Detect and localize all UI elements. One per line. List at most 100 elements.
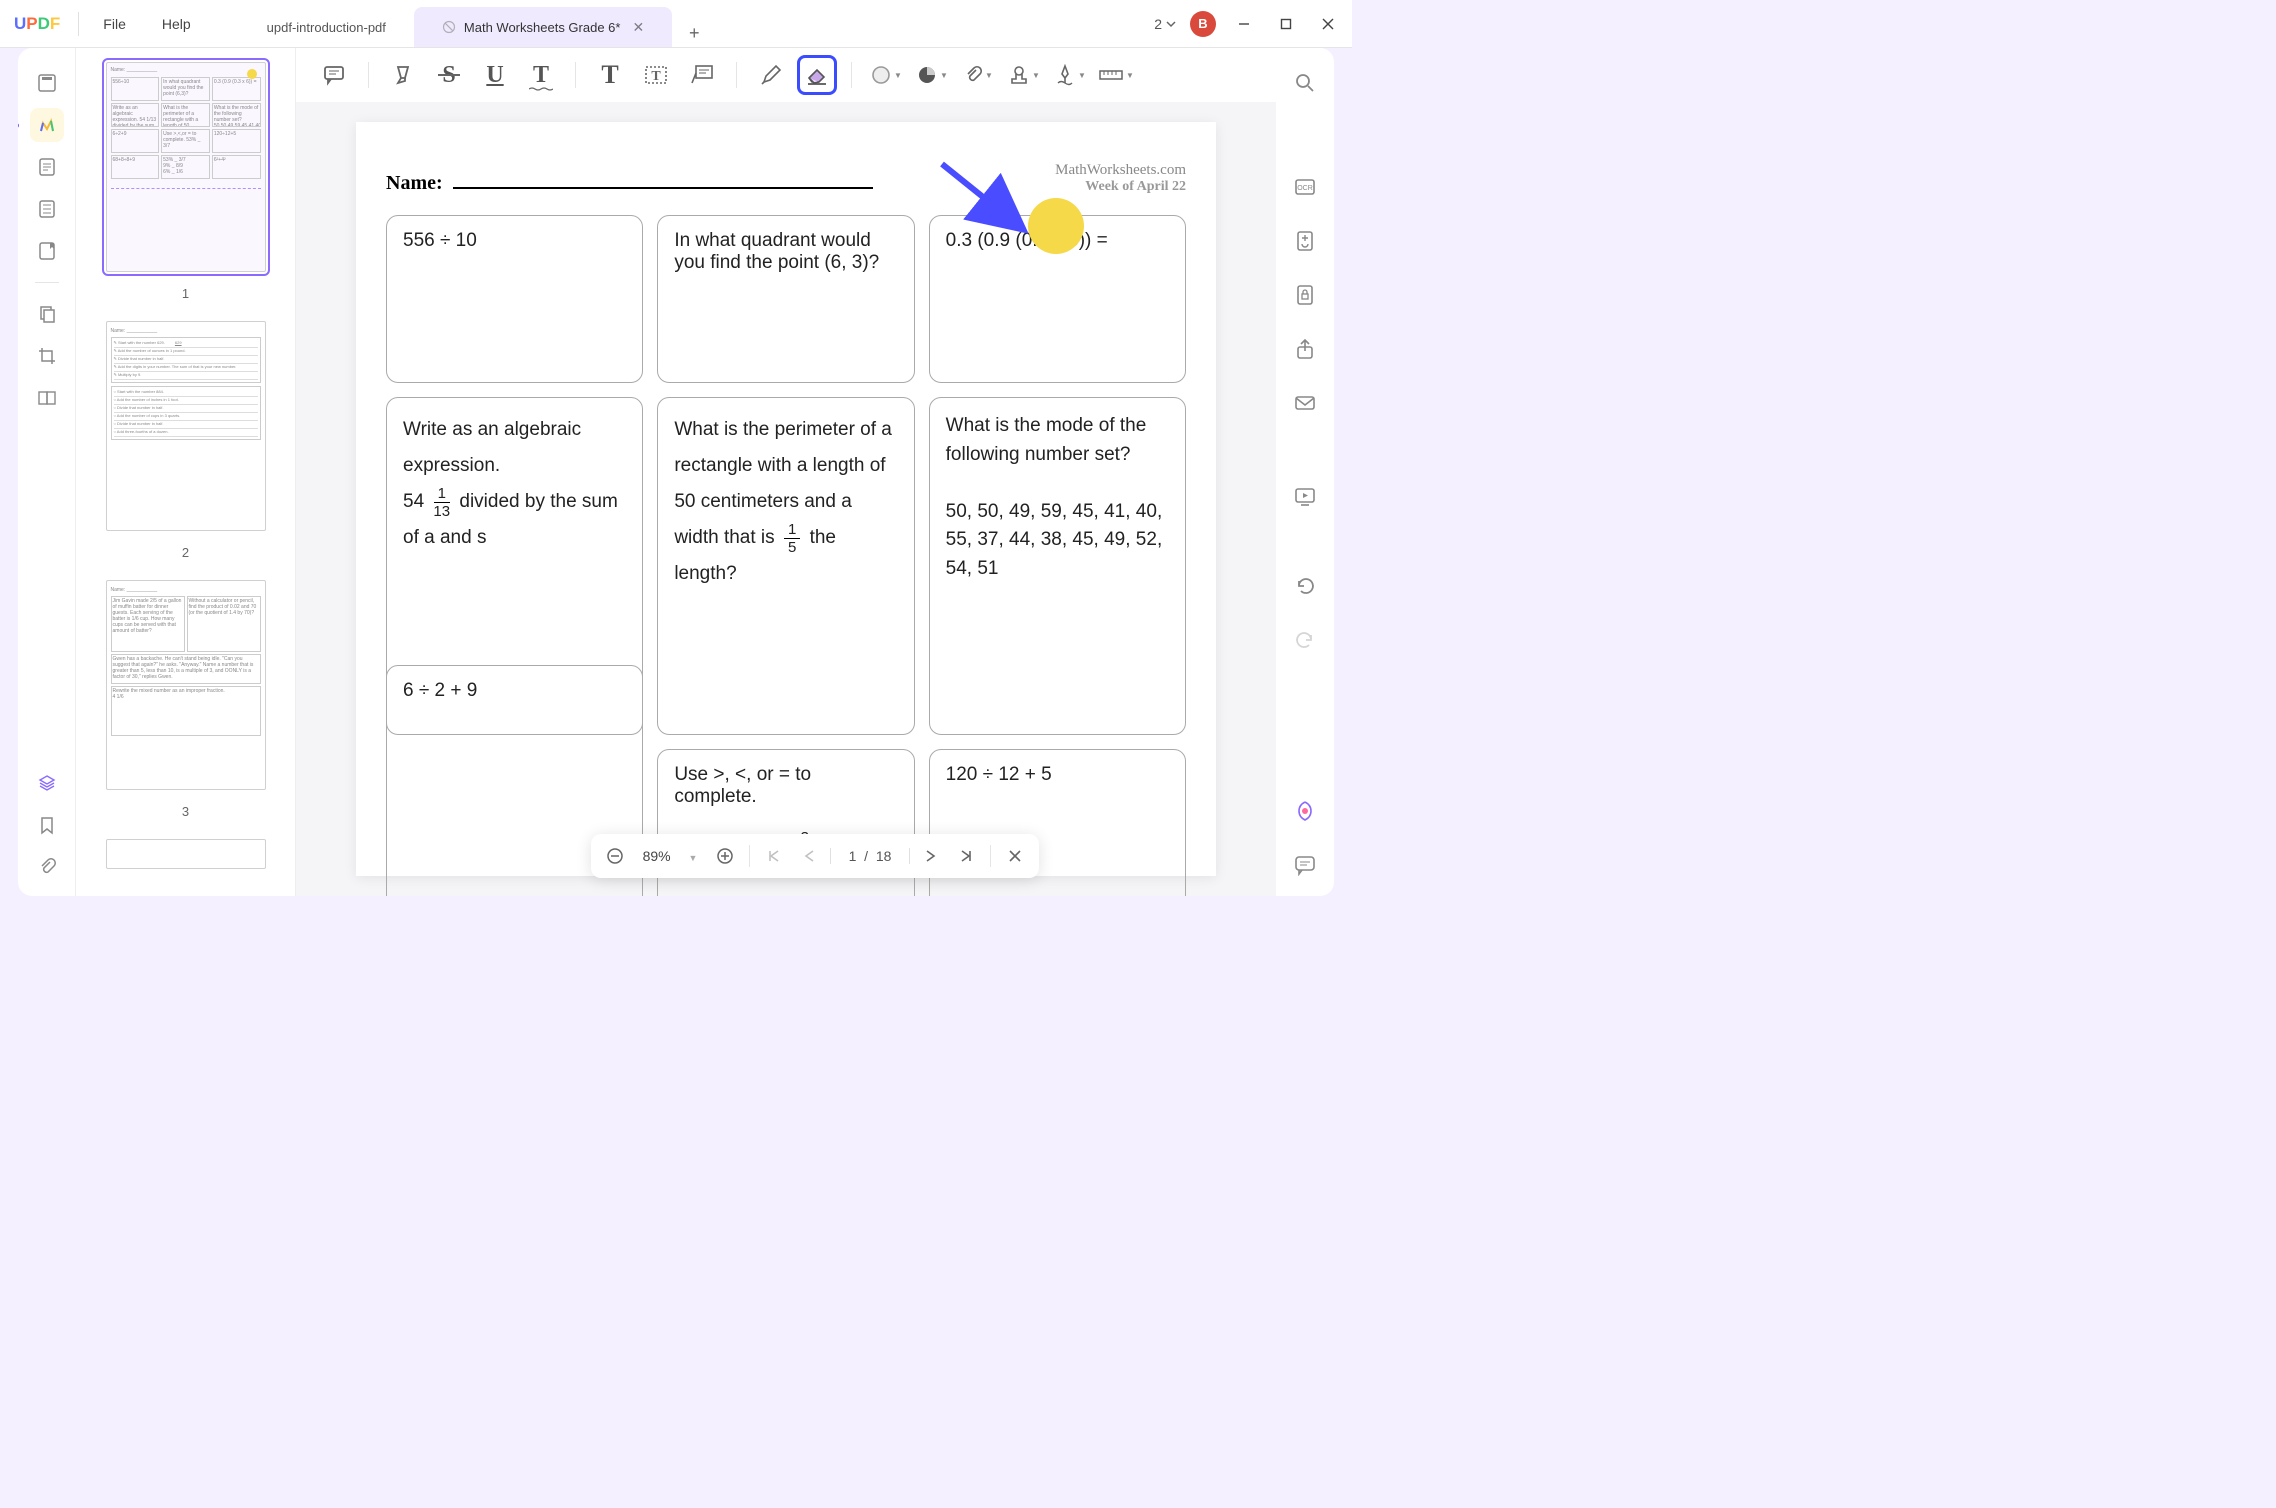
add-tab-button[interactable]: + [680,19,708,47]
question-box: 556 ÷ 10 [386,215,643,383]
protect-icon[interactable] [1288,278,1322,312]
email-icon[interactable] [1288,386,1322,420]
document-icon [442,20,456,34]
divider [35,282,59,283]
zoom-in-button[interactable] [709,840,741,872]
arrow-annotation [934,156,1044,246]
svg-text:OCR: OCR [1297,185,1313,192]
page-navigation: 89% ▼ 1 / 18 [591,834,1039,878]
attachment-icon[interactable] [30,850,64,884]
divider [736,62,737,88]
zoom-level[interactable]: 89% ▼ [635,848,705,864]
left-rail [18,48,76,896]
convert-icon[interactable] [1288,224,1322,258]
organize-icon[interactable] [30,297,64,331]
redo-icon[interactable] [1288,622,1322,656]
pdf-page: Name: MathWorksheets.com Week of April 2… [356,122,1216,876]
bookmarks-list-icon[interactable] [30,192,64,226]
tab-label: updf-introduction-pdf [267,20,386,35]
bookmark-icon[interactable] [30,808,64,842]
search-icon[interactable] [1288,66,1322,100]
svg-text:T: T [651,69,661,84]
question-box: What is the perimeter of a rectangle wit… [657,397,914,735]
thumbnail-2[interactable]: Name: ___________ ✎ Start with the numbe… [106,321,266,531]
zoom-out-button[interactable] [599,840,631,872]
outline-icon[interactable] [30,150,64,184]
stamp-tool[interactable]: ▼ [1004,55,1044,95]
compare-icon[interactable] [30,381,64,415]
thumbnail-4[interactable] [106,839,266,869]
share-icon[interactable] [1288,332,1322,366]
thumbnails-icon[interactable] [30,66,64,100]
comment-tool[interactable] [314,55,354,95]
name-field: Name: [386,172,873,195]
tab-math-worksheets[interactable]: Math Worksheets Grade 6* ✕ [414,7,672,47]
maximize-button[interactable] [1272,10,1300,38]
crop-icon[interactable] [30,339,64,373]
chat-icon[interactable] [1288,848,1322,882]
last-page-button[interactable] [950,840,982,872]
divider [78,12,79,36]
present-icon[interactable] [1288,480,1322,514]
menu-help[interactable]: Help [144,16,209,32]
thumbnail-panel[interactable]: Name: ___________ 556÷10In what quadrant… [76,48,296,896]
prev-page-button[interactable] [794,840,826,872]
divider [575,62,576,88]
undo-icon[interactable] [1288,568,1322,602]
first-page-button[interactable] [758,840,790,872]
close-nav-button[interactable] [999,840,1031,872]
thumbnail-1[interactable]: Name: ___________ 556÷10In what quadrant… [106,62,266,272]
window-close-button[interactable] [1314,10,1342,38]
annotate-icon[interactable] [30,108,64,142]
thumbnail-3[interactable]: Name: ___________ Jim Gavin made 2/5 of … [106,580,266,790]
eraser-tool[interactable] [797,55,837,95]
notification-badge[interactable]: 2 [1154,16,1176,32]
pencil-tool[interactable] [751,55,791,95]
divider [990,845,991,867]
divider [368,62,369,88]
titlebar-right: 2 B [1154,10,1342,38]
thumbnail-3-num: 3 [182,804,189,819]
attach-tool[interactable]: ▼ [958,55,998,95]
strikethrough-tool[interactable]: S [429,55,469,95]
ocr-icon[interactable]: OCR [1288,170,1322,204]
thumbnail-2-num: 2 [182,545,189,560]
divider [749,845,750,867]
squiggly-tool[interactable]: T [521,55,561,95]
callout-tool[interactable] [682,55,722,95]
right-rail: OCR [1276,48,1334,896]
circle-tool[interactable]: ▼ [866,55,906,95]
minimize-button[interactable] [1230,10,1258,38]
question-box: In what quadrant would you find the poin… [657,215,914,383]
signature-tool[interactable]: ▼ [1050,55,1090,95]
question-box: What is the mode of the following number… [929,397,1186,735]
chevron-down-icon [1166,19,1176,29]
document-scroll[interactable]: Name: MathWorksheets.com Week of April 2… [296,102,1276,896]
avatar[interactable]: B [1190,11,1216,37]
layers-icon[interactable] [30,766,64,800]
menu-file[interactable]: File [85,16,144,32]
notif-count: 2 [1154,16,1162,32]
close-icon[interactable]: ✕ [632,19,644,36]
ruler-tool[interactable]: ▼ [1096,55,1136,95]
thumbnail-1-num: 1 [182,286,189,301]
annotation-toolbar: S U T T T ▼ ▼ ▼ ▼ ▼ ▼ [296,48,1276,102]
main-area: Name: ___________ 556÷10In what quadrant… [18,48,1334,896]
tab-updf-intro[interactable]: updf-introduction-pdf [239,7,414,47]
text-tool[interactable]: T [590,55,630,95]
textbox-tool[interactable]: T [636,55,676,95]
name-label: Name: [386,172,443,195]
highlight-tool[interactable] [383,55,423,95]
titlebar: UPDF File Help updf-introduction-pdf Mat… [0,0,1352,48]
shape-tool[interactable]: ▼ [912,55,952,95]
week-label: Week of April 22 [1055,179,1186,195]
tabs: updf-introduction-pdf Math Worksheets Gr… [239,0,709,47]
comments-icon[interactable] [30,234,64,268]
page-indicator[interactable]: 1 / 18 [830,848,910,864]
ai-icon[interactable] [1288,794,1322,828]
app-logo: UPDF [14,14,60,34]
current-page: 1 [849,848,857,864]
underline-tool[interactable]: U [475,55,515,95]
tab-label: Math Worksheets Grade 6* [464,20,621,35]
next-page-button[interactable] [914,840,946,872]
